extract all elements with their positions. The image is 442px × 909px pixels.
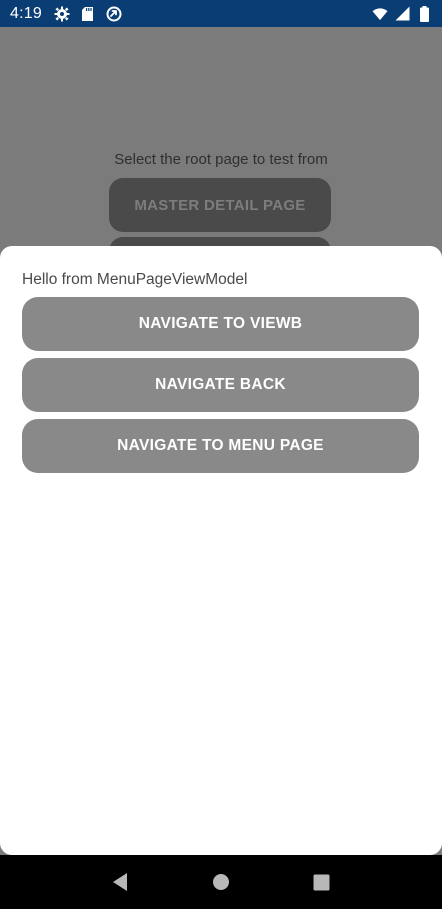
status-system-icons bbox=[372, 5, 432, 22]
navigate-to-menu-page-button[interactable]: NAVIGATE TO MENU PAGE bbox=[22, 419, 419, 473]
wifi-icon bbox=[372, 6, 388, 22]
status-time: 4:19 bbox=[10, 4, 42, 22]
menu-page-sheet: Hello from MenuPageViewModel NAVIGATE TO… bbox=[0, 246, 442, 855]
home-icon[interactable] bbox=[207, 868, 235, 896]
sheet-title: Hello from MenuPageViewModel bbox=[22, 271, 248, 288]
navigation-bar bbox=[0, 855, 442, 909]
back-icon[interactable] bbox=[106, 868, 134, 896]
sync-icon bbox=[106, 6, 122, 22]
status-bar: 4:19 bbox=[0, 0, 442, 27]
navigate-to-viewb-button[interactable]: NAVIGATE TO VIEWB bbox=[22, 297, 419, 351]
master-detail-page-button: MASTER DETAIL PAGE bbox=[109, 178, 331, 232]
sd-card-icon bbox=[80, 6, 96, 22]
signal-icon bbox=[394, 6, 410, 22]
recents-icon[interactable] bbox=[308, 868, 336, 896]
status-notification-icons bbox=[54, 6, 122, 22]
root-page-instruction: Select the root page to test from bbox=[114, 151, 328, 168]
navigate-back-button[interactable]: NAVIGATE BACK bbox=[22, 358, 419, 412]
gear-icon bbox=[54, 6, 70, 22]
battery-icon bbox=[416, 5, 432, 22]
